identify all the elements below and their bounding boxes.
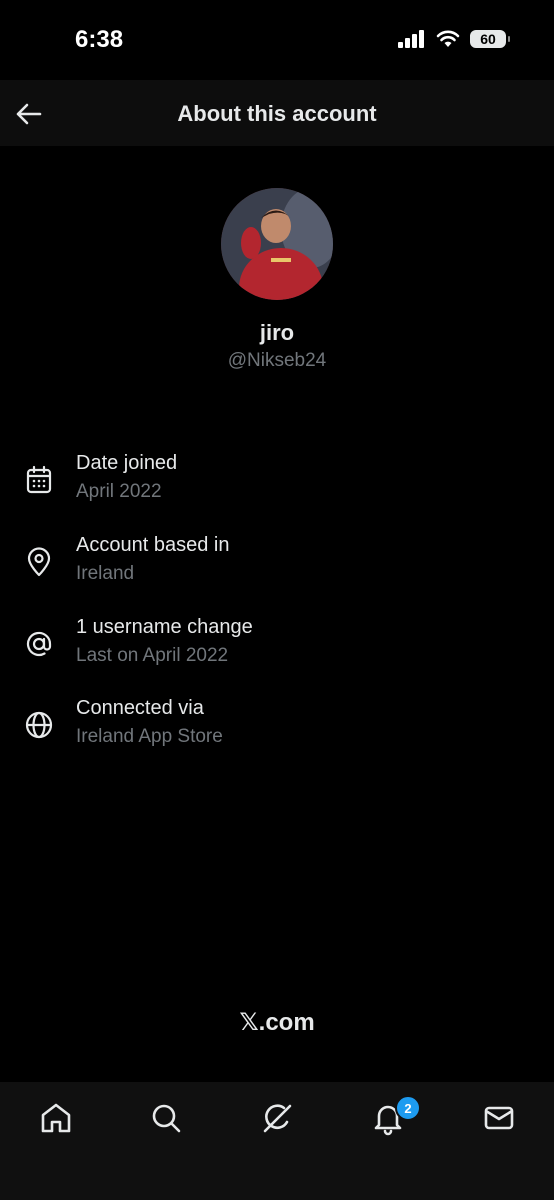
info-row-connected-via: Connected via Ireland App Store	[0, 697, 554, 761]
calendar-icon	[26, 465, 52, 494]
info-row-date-joined: Date joined April 2022	[0, 452, 554, 516]
notifications-badge: 2	[395, 1095, 421, 1121]
at-sign-icon	[26, 631, 52, 657]
cellular-signal-icon	[398, 30, 424, 48]
info-value: Last on April 2022	[76, 645, 229, 666]
info-value: Ireland App Store	[76, 726, 223, 747]
info-row-username-change: 1 username change Last on April 2022	[0, 616, 554, 680]
mail-icon	[484, 1106, 514, 1130]
status-time: 6:38	[75, 26, 124, 53]
globe-icon	[25, 711, 53, 739]
info-title: Connected via	[76, 697, 204, 719]
info-title: 1 username change	[76, 616, 253, 638]
avatar-image	[221, 188, 333, 300]
search-icon	[152, 1104, 181, 1133]
status-icons: 60	[398, 30, 510, 48]
tab-grok[interactable]	[257, 1098, 297, 1138]
avatar[interactable]	[221, 188, 333, 300]
tab-home[interactable]	[36, 1098, 76, 1138]
header: About this account	[0, 80, 554, 146]
info-value: April 2022	[76, 481, 162, 502]
info-row-account-based-in: Account based in Ireland	[0, 534, 554, 598]
battery-level: 60	[480, 31, 496, 47]
tab-messages[interactable]	[479, 1098, 519, 1138]
home-icon	[41, 1103, 71, 1133]
page-title: About this account	[177, 101, 377, 126]
grok-icon	[263, 1104, 292, 1133]
info-title: Date joined	[76, 452, 178, 474]
location-pin-icon	[27, 547, 51, 577]
battery-indicator: 60	[470, 30, 510, 48]
display-name: jiro	[259, 320, 295, 345]
bottom-tab-bar	[0, 1082, 554, 1200]
x-com-logo: 𝕏.com	[239, 1009, 315, 1036]
username-handle: @Nikseb24	[227, 350, 327, 371]
wifi-icon	[436, 30, 460, 47]
info-value: Ireland	[76, 563, 135, 584]
info-title: Account based in	[76, 534, 230, 556]
tab-search[interactable]	[146, 1098, 186, 1138]
status-bar: 6:38 60	[0, 0, 554, 80]
